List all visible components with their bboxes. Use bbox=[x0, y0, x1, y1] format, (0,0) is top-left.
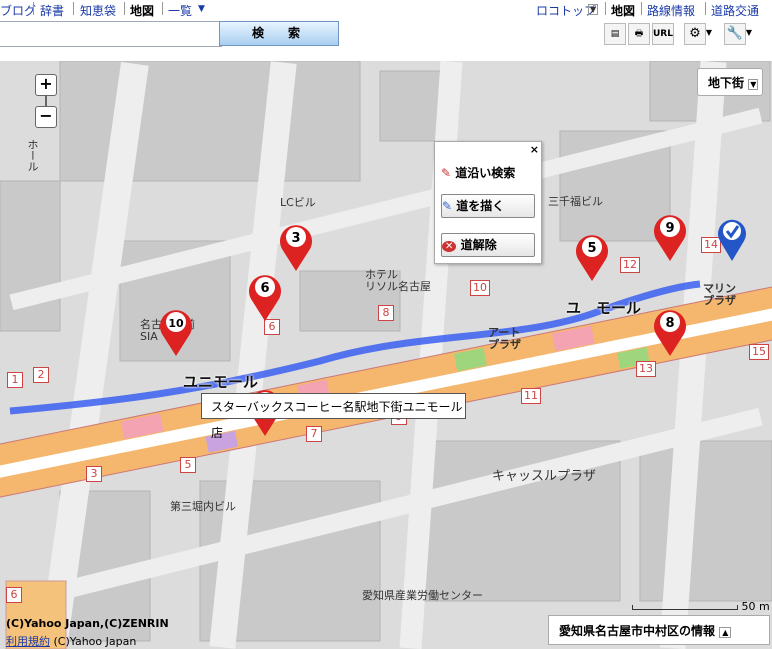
scale-bar bbox=[632, 605, 738, 610]
map-canvas[interactable]: + − 地下街 ▼ × ✎ 道沿い検索 ✎ 道を描く ✕ 道解除 ユニモール ユ… bbox=[0, 61, 772, 649]
nav-map[interactable]: 地図 bbox=[130, 2, 154, 19]
hotel-label: ホテル リソル名古屋 bbox=[365, 268, 431, 293]
layer-underground-button[interactable]: 地下街 ▼ bbox=[697, 68, 763, 96]
map-footer: 利用規約 (C)Yahoo Japan bbox=[6, 633, 136, 649]
chevron-down-icon[interactable]: ▼ bbox=[704, 23, 714, 43]
nav-separator bbox=[73, 2, 74, 15]
lc-building-label: LCビル bbox=[280, 196, 316, 209]
scale-label: 50 m bbox=[741, 600, 770, 613]
route-info-link[interactable]: 路線情報 bbox=[647, 2, 695, 19]
building-label: 名古屋駅前 SIA bbox=[140, 318, 195, 343]
nav-blog[interactable]: ブログ bbox=[0, 2, 36, 19]
hall-label: ホール bbox=[26, 139, 39, 172]
print-icon[interactable]: 🖶 bbox=[628, 23, 650, 45]
nav-dictionary[interactable]: 辞書 bbox=[40, 2, 64, 19]
route-search-label: 道沿い検索 bbox=[455, 166, 516, 180]
map-number-label: 8 bbox=[378, 305, 394, 321]
zoom-slider-track[interactable] bbox=[45, 96, 47, 106]
layer-label: 地下街 bbox=[708, 76, 745, 90]
sanchifuku-label: 三千福ビル bbox=[548, 195, 603, 208]
zoom-control: + − bbox=[35, 74, 57, 128]
art-plaza-label: アート プラザ bbox=[488, 326, 521, 351]
area-info-button[interactable]: 愛知県名古屋市中村区の情報 ▲ bbox=[548, 615, 770, 645]
loco-top-link[interactable]: ロコトップ bbox=[536, 2, 596, 19]
search-button[interactable]: 検 索 bbox=[219, 21, 339, 46]
nav-separator bbox=[641, 2, 642, 15]
map-number-label: 13 bbox=[636, 361, 656, 377]
map-number-label: 10 bbox=[470, 280, 490, 296]
zoom-out-button[interactable]: − bbox=[35, 106, 57, 128]
clear-road-label: 道解除 bbox=[460, 238, 497, 252]
cancel-icon: ✕ bbox=[442, 241, 457, 252]
nav-separator bbox=[124, 2, 125, 15]
copyright-text: (C)Yahoo Japan bbox=[53, 635, 137, 648]
nav-separator bbox=[33, 2, 34, 15]
map-number-label: 7 bbox=[306, 426, 322, 442]
unimall-label: ユ モール bbox=[566, 299, 642, 317]
map-copyright: (C)Yahoo Japan,(C)ZENRIN bbox=[6, 617, 169, 630]
wrench-icon[interactable]: 🔧 bbox=[724, 23, 746, 45]
map-number-label: 1 bbox=[7, 372, 23, 388]
map-number-label: 15 bbox=[749, 344, 769, 360]
gear-icon[interactable]: ⚙ bbox=[684, 23, 706, 45]
unimall-label: ユニモール bbox=[183, 373, 259, 391]
search-input[interactable] bbox=[0, 21, 222, 47]
terms-link[interactable]: 利用規約 bbox=[6, 635, 50, 648]
nav-chiebukuro[interactable]: 知恵袋 bbox=[80, 2, 116, 19]
url-button[interactable]: URL bbox=[652, 23, 674, 45]
map-scale: 50 m bbox=[632, 600, 770, 613]
close-icon[interactable]: × bbox=[530, 143, 539, 156]
chevron-down-icon[interactable]: ▼ bbox=[198, 4, 205, 14]
castle-plaza-label: キャッスルプラザ bbox=[492, 469, 597, 484]
nav-separator bbox=[605, 2, 606, 15]
map-number-label: 12 bbox=[620, 257, 640, 273]
nav-list[interactable]: 一覧 bbox=[168, 2, 192, 19]
road-traffic-link[interactable]: 道路交通 bbox=[711, 2, 759, 19]
poi-tooltip: スターバックスコーヒー名駅地下街ユニモール店 bbox=[201, 393, 466, 440]
top-nav: ブログ 辞書 知恵袋 地図 一覧 ▼ ロコトップ ▼ 地図 路線情報 道路交通 bbox=[0, 0, 772, 18]
map-number-label: 5 bbox=[180, 457, 196, 473]
map-graphics bbox=[0, 61, 772, 649]
map-link[interactable]: 地図 bbox=[611, 2, 635, 19]
copy-icon[interactable]: ▤ bbox=[604, 23, 626, 45]
map-number-label: 2 bbox=[33, 367, 49, 383]
route-search-popup: × ✎ 道沿い検索 ✎ 道を描く ✕ 道解除 bbox=[434, 141, 542, 264]
draw-road-button[interactable]: ✎ 道を描く bbox=[441, 194, 535, 218]
chevron-up-icon: ▲ bbox=[719, 627, 732, 638]
zoom-in-button[interactable]: + bbox=[35, 74, 57, 96]
route-search-title: ✎ 道沿い検索 bbox=[441, 164, 515, 181]
aichi-center-label: 愛知県産業労働センター bbox=[362, 589, 483, 602]
chevron-down-icon[interactable]: ▼ bbox=[744, 23, 754, 43]
marine-plaza-label: マリン プラザ bbox=[703, 282, 736, 307]
map-number-label: 3 bbox=[86, 466, 102, 482]
area-info-label: 愛知県名古屋市中村区の情報 bbox=[559, 624, 716, 638]
clear-road-button[interactable]: ✕ 道解除 bbox=[441, 233, 535, 257]
nav-separator bbox=[162, 2, 163, 15]
map-number-label: 6 bbox=[264, 319, 280, 335]
map-number-label: 11 bbox=[521, 388, 541, 404]
draw-road-label: 道を描く bbox=[456, 199, 505, 213]
pen-icon: ✎ bbox=[442, 199, 453, 213]
chevron-down-icon: ▼ bbox=[748, 79, 759, 90]
map-number-label: 14 bbox=[701, 237, 721, 253]
nav-separator bbox=[705, 2, 706, 15]
building-label: 第三堀内ビル bbox=[170, 500, 236, 513]
map-number-label: 6 bbox=[6, 587, 22, 603]
chevron-down-icon[interactable]: ▼ bbox=[588, 4, 599, 15]
pen-icon: ✎ bbox=[441, 166, 452, 180]
